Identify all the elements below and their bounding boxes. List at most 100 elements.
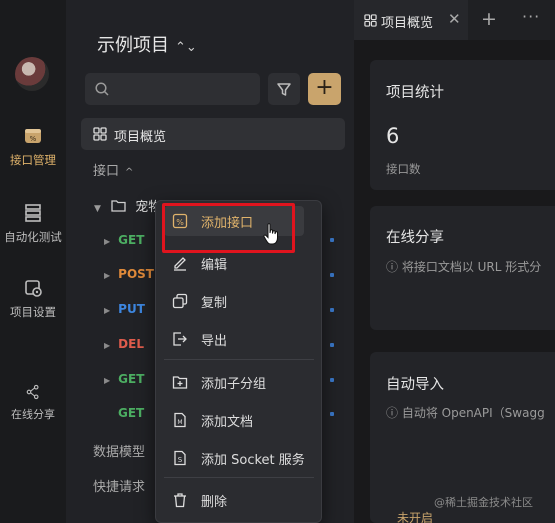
api-management-icon: %	[25, 129, 41, 143]
menu-item-delete[interactable]: 删除	[156, 485, 321, 515]
menu-item-label: 添加文档	[201, 415, 254, 430]
caret-down-icon: ▼	[94, 204, 101, 214]
method-badge: GET	[118, 406, 145, 420]
caret-right-icon: ▶	[104, 341, 111, 350]
section-data-models[interactable]: 数据模型	[93, 441, 145, 460]
method-badge: DEL	[118, 337, 144, 351]
api-count-label: 接口数	[386, 162, 421, 176]
menu-item-add-doc[interactable]: M 添加文档	[156, 405, 321, 435]
new-tab-button[interactable]: +	[481, 8, 497, 30]
menu-item-add-socket[interactable]: S 添加 Socket 服务	[156, 443, 321, 473]
menu-divider	[164, 477, 314, 478]
method-badge: GET	[118, 372, 145, 386]
add-folder-icon	[172, 376, 188, 389]
share-icon	[26, 384, 39, 400]
api-item[interactable]: ▶ DEL	[104, 337, 144, 351]
method-badge: GET	[118, 233, 145, 247]
project-settings-icon	[25, 280, 42, 297]
svg-text:S: S	[178, 456, 183, 464]
rail-item-share[interactable]: 在线分享	[0, 384, 66, 422]
caret-right-icon: ▶	[104, 306, 111, 315]
automation-test-icon	[25, 204, 41, 222]
section-label: 接口	[93, 164, 120, 179]
section-quick-requests[interactable]: 快捷请求	[93, 476, 145, 495]
card-description: ⓘ 将接口文档以 URL 形式分	[386, 260, 542, 274]
grid-icon	[364, 14, 377, 27]
api-item[interactable]: GET	[118, 406, 144, 420]
card-title: 在线分享	[386, 230, 444, 246]
card-title: 自动导入	[386, 377, 444, 393]
card-description: ⓘ 自动将 OpenAPI（Swagg	[386, 406, 545, 420]
section-label: 数据模型	[93, 445, 146, 460]
status-dot	[330, 238, 334, 242]
tab-overview[interactable]: 项目概览 ✕	[354, 0, 468, 40]
menu-item-add-subgroup[interactable]: 添加子分组	[156, 367, 321, 397]
api-item[interactable]: ▶ POST	[104, 267, 154, 281]
hand-cursor-icon	[263, 223, 278, 245]
menu-item-copy[interactable]: 复制	[156, 286, 321, 316]
menu-item-label: 编辑	[201, 258, 228, 273]
chevron-updown-icon: ⌃⌄	[175, 40, 197, 55]
status-dot	[330, 273, 334, 277]
sidebar-item-overview[interactable]: 项目概览	[81, 118, 345, 150]
menu-item-label: 添加 Socket 服务	[201, 453, 305, 468]
menu-item-label: 删除	[201, 495, 228, 510]
status-dot	[330, 412, 334, 416]
rail-item-label: 项目设置	[10, 305, 56, 319]
add-button[interactable]: +	[308, 73, 341, 105]
rail-item-project-settings[interactable]: 项目设置	[0, 278, 66, 320]
folder-item[interactable]: ▼ 宠物	[94, 196, 161, 215]
more-tabs-button[interactable]: ···	[522, 7, 540, 26]
export-icon	[173, 332, 187, 346]
api-item[interactable]: ▶ PUT	[104, 302, 145, 316]
method-badge: POST	[118, 267, 154, 281]
section-label: 快捷请求	[93, 480, 146, 495]
tab-label: 项目概览	[381, 16, 434, 31]
project-switcher[interactable]: 示例项目 ⌃⌄	[97, 31, 197, 57]
api-count: 6	[386, 124, 400, 148]
nav-rail: % 接口管理 自动化测试 项目设置 在线分享	[0, 0, 66, 523]
rail-item-api-management[interactable]: % 接口管理	[0, 126, 66, 168]
chevron-up-icon: ^	[125, 167, 134, 178]
caret-right-icon: ▶	[104, 271, 111, 280]
rail-item-label: 接口管理	[10, 153, 56, 167]
filter-icon	[277, 83, 291, 96]
api-item[interactable]: ▶ GET	[104, 372, 144, 386]
menu-item-export[interactable]: 导出	[156, 324, 321, 354]
sidebar-item-label: 项目概览	[114, 130, 167, 145]
status-dot	[330, 308, 334, 312]
tab-bar: 项目概览 ✕ + ···	[354, 0, 555, 40]
edit-icon	[174, 257, 186, 271]
rail-item-automation[interactable]: 自动化测试	[0, 203, 66, 245]
search-icon	[95, 82, 109, 96]
rail-item-label: 自动化测试	[4, 230, 62, 244]
caret-right-icon: ▶	[104, 237, 111, 246]
menu-item-label: 复制	[201, 296, 228, 311]
card-title: 项目统计	[386, 85, 444, 101]
search-input[interactable]	[85, 73, 260, 105]
stats-card: 项目统计 6 接口数	[370, 60, 555, 190]
folder-icon	[111, 200, 126, 212]
socket-icon: S	[174, 450, 186, 466]
close-icon[interactable]: ✕	[448, 10, 461, 28]
markdown-doc-icon: M	[174, 412, 186, 428]
caret-right-icon: ▶	[104, 376, 111, 385]
api-item[interactable]: ▶ GET	[104, 233, 144, 247]
status-dot	[330, 343, 334, 347]
avatar[interactable]	[15, 57, 49, 91]
section-api[interactable]: 接口 ^	[93, 160, 133, 179]
share-card: 在线分享 ⓘ 将接口文档以 URL 形式分	[370, 206, 555, 330]
grid-icon	[93, 127, 107, 141]
status-dot	[330, 378, 334, 382]
status-badge: 未开启	[397, 511, 434, 523]
svg-text:%: %	[30, 135, 37, 143]
rail-item-label: 在线分享	[11, 408, 55, 421]
main-content: 项目概览 ✕ + ··· 项目统计 6 接口数 在线分享 ⓘ 将接口文档以 UR…	[354, 0, 555, 523]
copy-icon	[172, 293, 188, 309]
filter-button[interactable]	[268, 73, 300, 105]
watermark: @稀土掘金技术社区	[434, 496, 533, 509]
method-badge: PUT	[118, 302, 145, 316]
svg-text:M: M	[177, 419, 182, 426]
project-title: 示例项目	[97, 35, 169, 56]
trash-icon	[174, 493, 186, 508]
